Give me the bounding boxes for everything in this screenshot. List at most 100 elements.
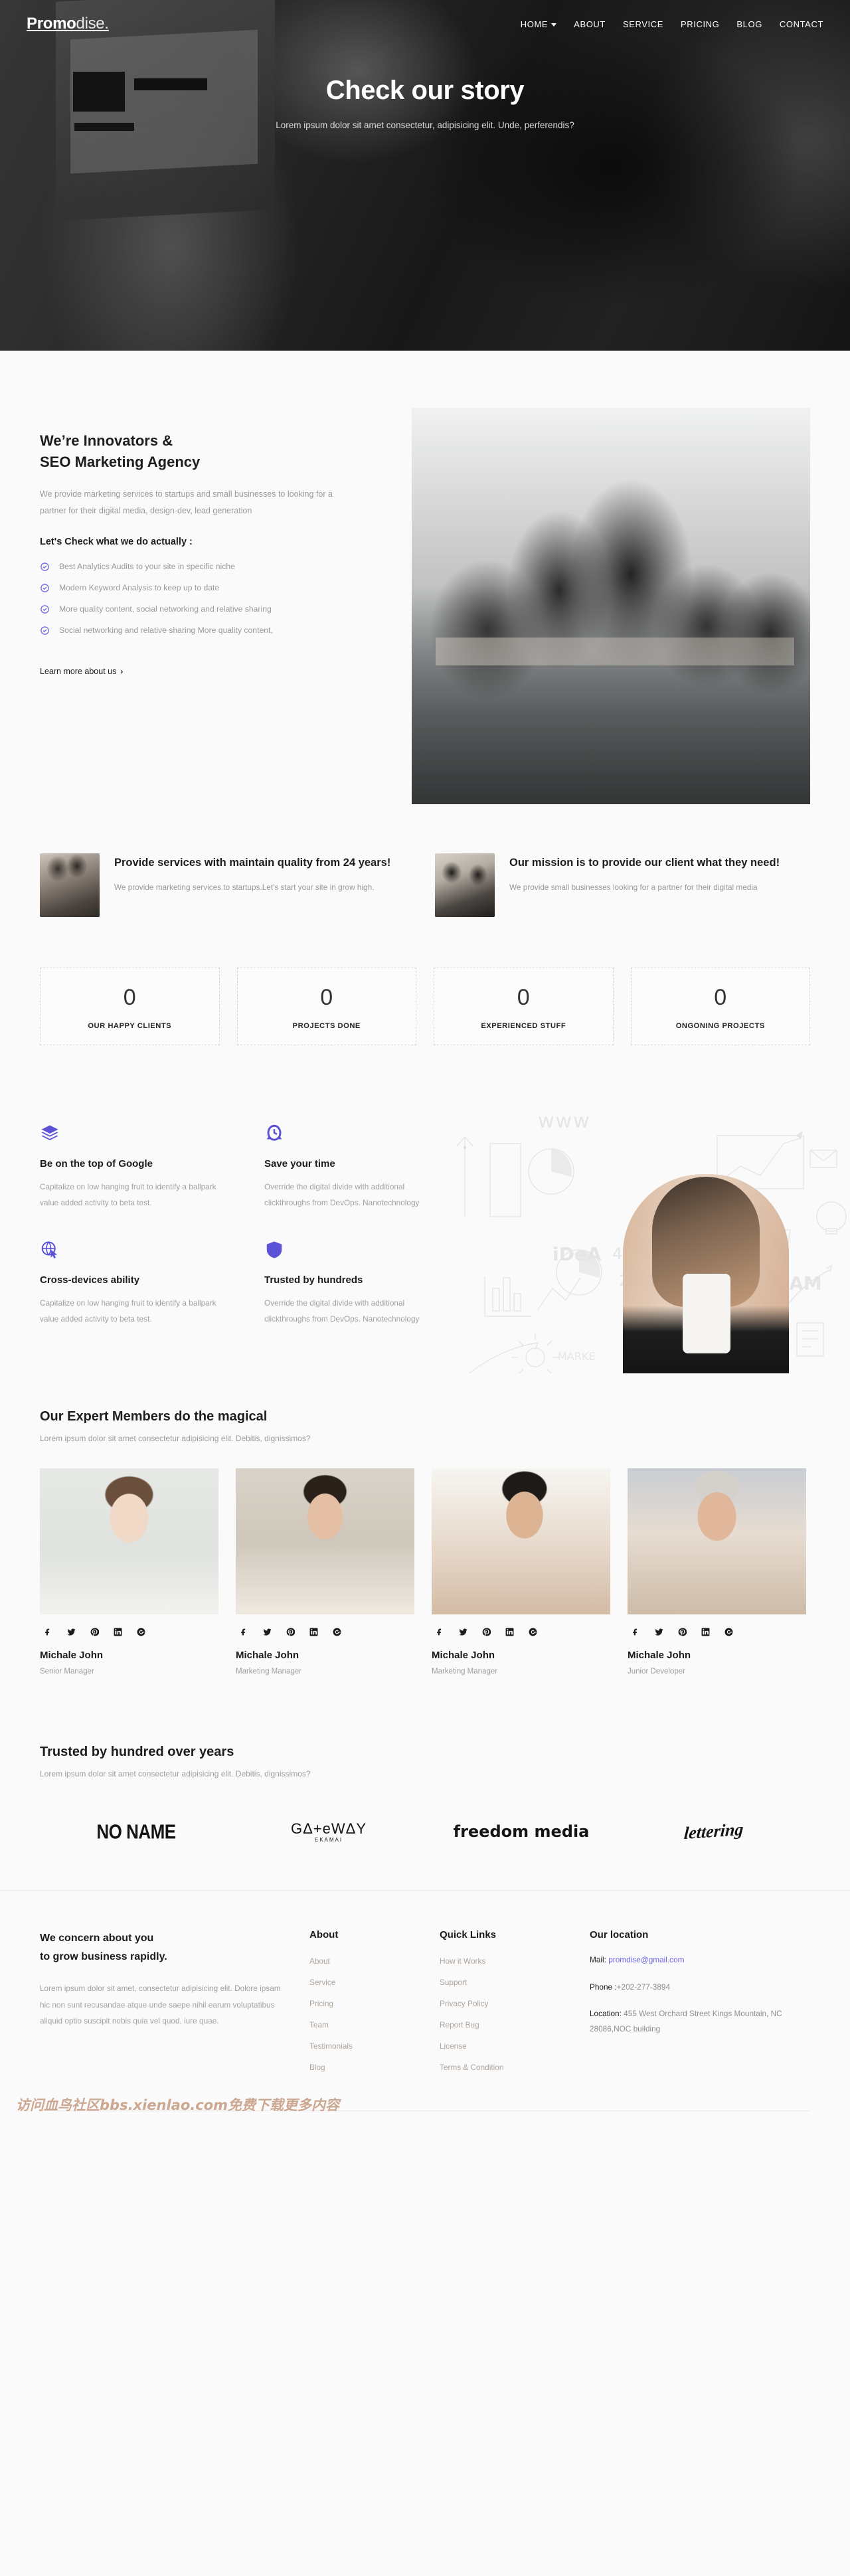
services-section: Provide services with maintain quality f… xyxy=(0,844,850,953)
team-member-photo xyxy=(236,1468,414,1615)
footer-link-report-bug[interactable]: Report Bug xyxy=(440,2020,479,2029)
twitter-icon[interactable] xyxy=(67,1628,76,1636)
footer-column-title: Quick Links xyxy=(440,1929,497,1941)
pinterest-icon[interactable] xyxy=(90,1628,100,1636)
about-heading: We’re Innovators & SEO Marketing Agency xyxy=(40,430,372,473)
svg-text:iDeA: iDeA xyxy=(552,1243,602,1265)
brand-logo-sub: EKAMAI xyxy=(314,1836,343,1843)
team-member-card: Michale John Senior Manager xyxy=(40,1468,218,1675)
footer-link-license[interactable]: License xyxy=(440,2041,467,2051)
footer-link-pricing[interactable]: Pricing xyxy=(309,1999,333,2008)
facebook-icon[interactable] xyxy=(240,1628,248,1636)
footer-column-title: Our location xyxy=(590,1929,649,1941)
pinterest-icon[interactable] xyxy=(482,1628,491,1636)
footer-phone-label: Phone : xyxy=(590,1982,617,1992)
footer-link-support[interactable]: Support xyxy=(440,1978,467,1987)
nav-item-about[interactable]: ABOUT xyxy=(574,19,606,29)
team-member-card: Michale John Junior Developer xyxy=(628,1468,806,1675)
footer-location-label: Location: xyxy=(590,2009,622,2019)
footer-link-about[interactable]: About xyxy=(309,1956,330,1966)
nav-item-home[interactable]: HOME xyxy=(521,19,557,29)
check-circle-icon xyxy=(40,562,50,572)
footer-column-location: Our location Mail: promdise@gmail.com Ph… xyxy=(590,1929,802,2083)
nav-links: HOME ABOUT SERVICE PRICING BLOG CONTACT xyxy=(521,19,823,29)
brand-logo: NO NAME xyxy=(40,1805,232,1858)
counter-card: 0 OUR HAPPY CLIENTS xyxy=(40,968,220,1045)
linkedin-icon[interactable] xyxy=(309,1628,318,1636)
service-card-text: We provide small businesses looking for … xyxy=(509,883,758,893)
checklist-label: Social networking and relative sharing M… xyxy=(59,626,273,636)
check-circle-icon xyxy=(40,626,50,636)
footer-link-blog[interactable]: Blog xyxy=(309,2063,325,2072)
counter-value: 0 xyxy=(714,985,727,1010)
linkedin-icon[interactable] xyxy=(505,1628,514,1636)
hero-content: Check our story Lorem ipsum dolor sit am… xyxy=(0,76,850,130)
team-member-name: Michale John xyxy=(236,1650,299,1662)
google-plus-icon[interactable] xyxy=(724,1628,733,1636)
footer-link-list: About Service Pricing Team Testimonials … xyxy=(309,1955,416,2073)
facebook-icon[interactable] xyxy=(436,1628,444,1636)
counter-value: 0 xyxy=(123,985,136,1010)
pinterest-icon[interactable] xyxy=(286,1628,296,1636)
footer-link-privacy-policy[interactable]: Privacy Policy xyxy=(440,1999,488,2008)
list-item: Privacy Policy xyxy=(440,1998,566,2010)
team-member-role: Junior Developer xyxy=(628,1668,685,1676)
brands-subheading: Lorem ipsum dolor sit amet consectetur a… xyxy=(40,1769,311,1779)
team-member-name: Michale John xyxy=(432,1650,495,1662)
facebook-icon[interactable] xyxy=(44,1628,52,1636)
clock-icon xyxy=(264,1124,284,1144)
counter-label: PROJECTS DONE xyxy=(292,1021,361,1030)
footer-link-how-it-works[interactable]: How it Works xyxy=(440,1956,485,1966)
team-grid: Michale John Senior Manager Michale John… xyxy=(40,1468,810,1675)
footer-link-terms[interactable]: Terms & Condition xyxy=(440,2063,503,2072)
footer-mail-value[interactable]: promdise@gmail.com xyxy=(608,1955,684,1964)
brand-logo: freedom media xyxy=(425,1805,618,1858)
about-paragraph: We provide marketing services to startup… xyxy=(40,489,333,515)
feature-card: Save your time Override the digital divi… xyxy=(264,1124,465,1211)
google-plus-icon[interactable] xyxy=(333,1628,341,1636)
google-plus-icon[interactable] xyxy=(137,1628,145,1636)
hero-overlay xyxy=(0,0,850,351)
site-logo[interactable]: Promodise. xyxy=(27,15,109,33)
team-member-name: Michale John xyxy=(628,1650,691,1662)
twitter-icon[interactable] xyxy=(459,1628,468,1636)
layers-icon xyxy=(40,1124,60,1144)
feature-title: Save your time xyxy=(264,1158,335,1169)
list-item: Support xyxy=(440,1976,566,1988)
list-item: More quality content, social networking … xyxy=(40,604,372,614)
team-member-card: Michale John Marketing Manager xyxy=(432,1468,610,1675)
twitter-icon[interactable] xyxy=(655,1628,663,1636)
feature-text: Capitalize on low hanging fruit to ident… xyxy=(40,1298,216,1324)
svg-text:SUCCESS: SUCCESS xyxy=(452,1373,574,1374)
learn-more-link[interactable]: Learn more about us › xyxy=(40,667,123,676)
nav-item-service[interactable]: SERVICE xyxy=(623,19,663,29)
about-text-block: We’re Innovators & SEO Marketing Agency … xyxy=(40,408,372,677)
feature-title: Be on the top of Google xyxy=(40,1158,153,1169)
facebook-icon[interactable] xyxy=(632,1628,640,1636)
service-card-text: We provide marketing services to startup… xyxy=(114,883,375,893)
brand-logo-row: NO NAME GΔ+eWΔY EKAMAI freedom media let… xyxy=(40,1805,810,1858)
feature-title: Trusted by hundreds xyxy=(264,1274,363,1286)
nav-item-pricing[interactable]: PRICING xyxy=(681,19,719,29)
footer-link-team[interactable]: Team xyxy=(309,2020,329,2029)
list-item: Social networking and relative sharing M… xyxy=(40,626,372,636)
feature-card: Be on the top of Google Capitalize on lo… xyxy=(40,1124,240,1211)
pinterest-icon[interactable] xyxy=(678,1628,687,1636)
feature-title: Cross-devices ability xyxy=(40,1274,140,1286)
feature-card: Cross-devices ability Capitalize on low … xyxy=(40,1240,240,1327)
linkedin-icon[interactable] xyxy=(114,1628,122,1636)
linkedin-icon[interactable] xyxy=(701,1628,710,1636)
nav-item-contact[interactable]: CONTACT xyxy=(780,19,823,29)
footer-mail-line: Mail: promdise@gmail.com xyxy=(590,1952,802,1967)
counter-value: 0 xyxy=(517,985,530,1010)
list-item: Pricing xyxy=(309,1998,416,2010)
check-circle-icon xyxy=(40,583,50,593)
nav-item-blog[interactable]: BLOG xyxy=(736,19,762,29)
footer-link-testimonials[interactable]: Testimonials xyxy=(309,2041,353,2051)
footer-link-service[interactable]: Service xyxy=(309,1978,335,1987)
twitter-icon[interactable] xyxy=(263,1628,272,1636)
list-item: About xyxy=(309,1955,416,1967)
counter-label: EXPERIENCED STUFF xyxy=(481,1021,566,1030)
google-plus-icon[interactable] xyxy=(529,1628,537,1636)
list-item: Modern Keyword Analysis to keep up to da… xyxy=(40,583,372,593)
